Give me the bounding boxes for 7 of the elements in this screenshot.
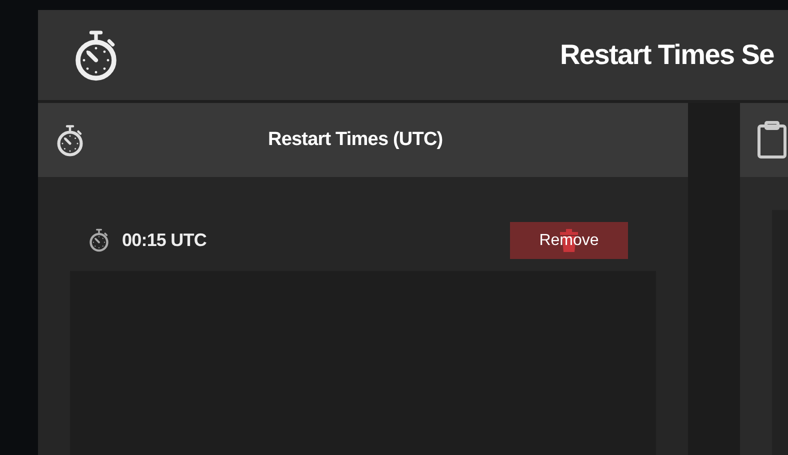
restart-time: 00:15 UTC (122, 230, 206, 251)
remove-button[interactable]: Remove (510, 222, 628, 259)
stopwatch-icon (55, 124, 85, 156)
panel-title: Restart Times (UTC) (268, 129, 443, 151)
stopwatch-icon (88, 228, 110, 253)
clipboard-icon (757, 121, 787, 159)
page-title: Restart Times Se (560, 39, 775, 71)
